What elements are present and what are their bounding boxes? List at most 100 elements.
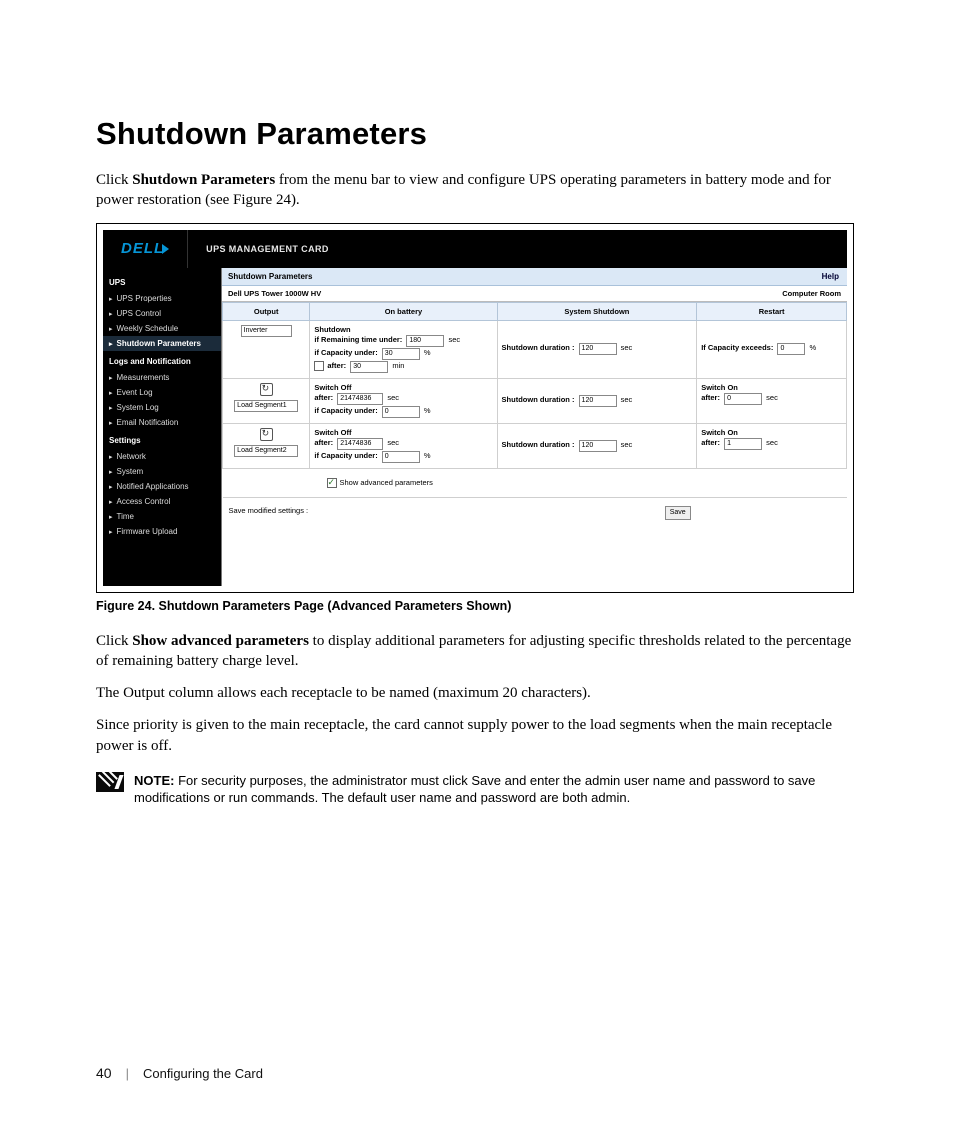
footer-section: Configuring the Card [143,1066,263,1081]
table-row: Load Segment2 Switch Off after: 21474836… [223,423,847,468]
nav-item-firmware-upload[interactable]: Firmware Upload [103,524,221,539]
onbattery-title: Shutdown [314,325,492,334]
table-row: Load Segment1 Switch Off after: 21474836… [223,378,847,423]
text-bold: Shutdown Parameters [132,172,275,188]
shutdown-duration-input[interactable]: 120 [579,343,617,355]
unit: sec [766,438,778,447]
logo-chevron-icon [162,244,169,254]
advanced-row: Show advanced parameters [223,468,847,497]
loop-icon [260,428,273,441]
nav-item-ups-properties[interactable]: UPS Properties [103,291,221,306]
footer-divider: | [126,1066,129,1081]
device-location: Computer Room [776,286,847,301]
unit: % [424,348,431,357]
nav-item-access-control[interactable]: Access Control [103,494,221,509]
note-body: For security purposes, the administrator… [134,773,815,806]
unit: sec [621,343,633,352]
save-button[interactable]: Save [665,506,691,520]
nav-item-system-log[interactable]: System Log [103,400,221,415]
note-icon [96,772,124,792]
label: after: [701,393,720,402]
paragraph-priority: Since priority is given to the main rece… [96,715,856,756]
paragraph-output: The Output column allows each receptacle… [96,683,856,703]
capacity-under-input[interactable]: 0 [382,451,420,463]
label: If Capacity exceeds: [701,343,773,352]
panel-title: Shutdown Parameters [222,268,814,285]
capacity-under-input[interactable]: 0 [382,406,420,418]
note-block: NOTE: For security purposes, the adminis… [96,772,856,807]
restart-title: Switch On [701,383,842,392]
save-label: Save modified settings : [229,506,309,515]
label: Shutdown duration : [502,343,575,352]
label: Shutdown duration : [502,440,575,449]
unit: min [392,361,404,370]
label: Shutdown duration : [502,395,575,404]
nav-item-notified-applications[interactable]: Notified Applications [103,479,221,494]
figure-caption: Figure 24. Shutdown Parameters Page (Adv… [96,599,856,613]
nav-item-shutdown-parameters[interactable]: Shutdown Parameters [103,336,221,351]
figure-frame: DELL UPS MANAGEMENT CARD UPS UPS Propert… [96,223,854,593]
after-input[interactable]: 21474836 [337,438,383,450]
paragraph-advanced: Click Show advanced parameters to displa… [96,631,856,672]
label: after: [314,393,333,402]
capacity-under-input[interactable]: 30 [382,348,420,360]
after-checkbox[interactable] [314,361,324,371]
note-text: NOTE: For security purposes, the adminis… [134,772,856,807]
remaining-time-input[interactable]: 180 [406,335,444,347]
show-advanced-checkbox[interactable] [327,478,337,488]
unit: sec [387,438,399,447]
device-name: Dell UPS Tower 1000W HV [222,286,776,301]
shutdown-duration-input[interactable]: 120 [579,395,617,407]
nav-item-measurements[interactable]: Measurements [103,370,221,385]
panel-subheader: Dell UPS Tower 1000W HV Computer Room [222,286,847,302]
label: if Capacity under: [314,348,377,357]
text: Click [96,172,132,188]
label: if Remaining time under: [314,335,402,344]
sidebar-nav: UPS UPS Properties UPS Control Weekly Sc… [103,268,221,586]
card-title: UPS MANAGEMENT CARD [188,244,329,254]
ui-header: DELL UPS MANAGEMENT CARD [103,230,847,268]
after-input[interactable]: 30 [350,361,388,373]
brand-logo: DELL [103,230,188,268]
label: if Capacity under: [314,451,377,460]
text: Click [96,633,132,649]
output-name-input[interactable]: Load Segment1 [234,400,298,412]
nav-item-email-notification[interactable]: Email Notification [103,415,221,430]
nav-item-ups-control[interactable]: UPS Control [103,306,221,321]
switch-on-after-input[interactable]: 0 [724,393,762,405]
nav-item-weekly-schedule[interactable]: Weekly Schedule [103,321,221,336]
output-name-input[interactable]: Load Segment2 [234,445,298,457]
help-link[interactable]: Help [814,268,847,285]
unit: sec [621,440,633,449]
nav-item-time[interactable]: Time [103,509,221,524]
nav-header-settings: Settings [103,430,221,449]
output-name-input[interactable]: Inverter [241,325,292,337]
brand-text: DELL [121,240,164,257]
label: after: [327,361,346,370]
unit: % [424,451,431,460]
nav-item-system[interactable]: System [103,464,221,479]
restart-title: Switch On [701,428,842,437]
label: after: [701,438,720,447]
panel-titlebar: Shutdown Parameters Help [222,268,847,286]
save-row: Save modified settings : Save [223,497,847,528]
main-panel: Shutdown Parameters Help Dell UPS Tower … [221,268,847,586]
note-label: NOTE: [134,773,174,788]
shutdown-duration-input[interactable]: 120 [579,440,617,452]
unit: sec [766,393,778,402]
col-on-battery: On battery [310,302,497,320]
unit: % [810,343,817,352]
table-header-row: Output On battery System Shutdown Restar… [223,302,847,320]
page-heading: Shutdown Parameters [96,116,856,152]
unit: % [424,406,431,415]
unit: sec [448,335,460,344]
col-restart: Restart [697,302,847,320]
nav-item-network[interactable]: Network [103,449,221,464]
switch-on-after-input[interactable]: 1 [724,438,762,450]
col-system-shutdown: System Shutdown [497,302,697,320]
nav-item-event-log[interactable]: Event Log [103,385,221,400]
page-number: 40 [96,1065,112,1081]
after-input[interactable]: 21474836 [337,393,383,405]
unit: sec [387,393,399,402]
capacity-exceeds-input[interactable]: 0 [777,343,805,355]
